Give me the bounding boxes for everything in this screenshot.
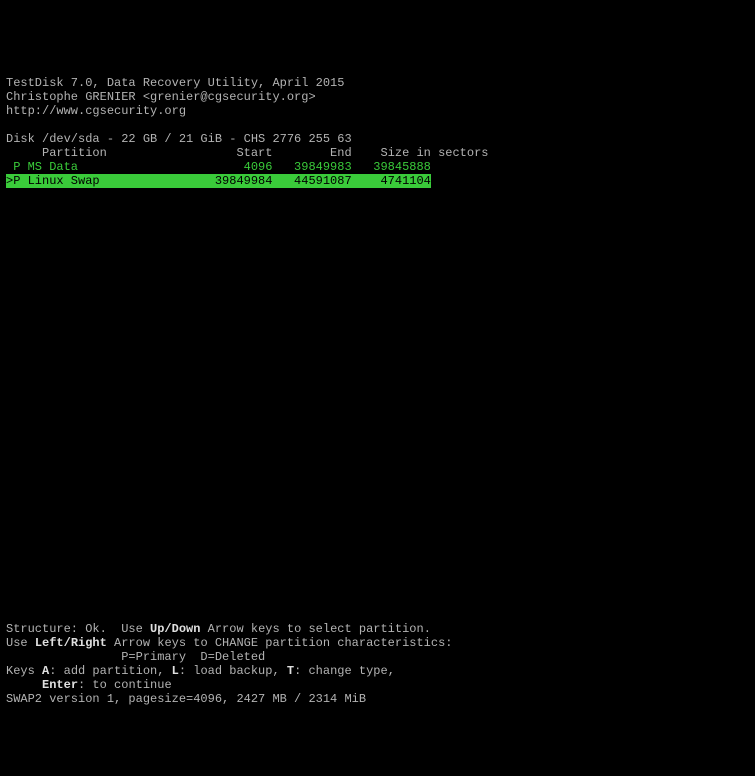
key-a[interactable]: A <box>42 664 49 678</box>
partition-row[interactable]: >P Linux Swap 39849984 44591087 4741104 <box>6 174 431 188</box>
updown-key-label: Up/Down <box>150 622 200 636</box>
terminal-screen: TestDisk 7.0, Data Recovery Utility, Apr… <box>6 62 749 706</box>
header-line-2: Christophe GRENIER <grenier@cgsecurity.o… <box>6 90 316 104</box>
footer-leftright: Use Left/Right Arrow keys to CHANGE part… <box>6 636 452 650</box>
partition-row[interactable]: P MS Data 4096 39849983 39845888 <box>6 160 431 174</box>
header-line-3: http://www.cgsecurity.org <box>6 104 186 118</box>
footer-enter: Enter: to continue <box>6 678 172 692</box>
header-line-1: TestDisk 7.0, Data Recovery Utility, Apr… <box>6 76 344 90</box>
key-enter[interactable]: Enter <box>42 678 78 692</box>
column-header: Partition Start End Size in sectors <box>6 146 488 160</box>
disk-line: Disk /dev/sda - 22 GB / 21 GiB - CHS 277… <box>6 132 352 146</box>
key-l[interactable]: L <box>172 664 179 678</box>
key-t[interactable]: T <box>287 664 294 678</box>
footer-pd-legend: P=Primary D=Deleted <box>6 650 265 664</box>
leftright-key-label: Left/Right <box>35 636 107 650</box>
footer-keys: Keys A: add partition, L: load backup, T… <box>6 664 395 678</box>
footer-swap-info: SWAP2 version 1, pagesize=4096, 2427 MB … <box>6 692 366 706</box>
footer-structure: Structure: Ok. Use Up/Down Arrow keys to… <box>6 622 431 636</box>
